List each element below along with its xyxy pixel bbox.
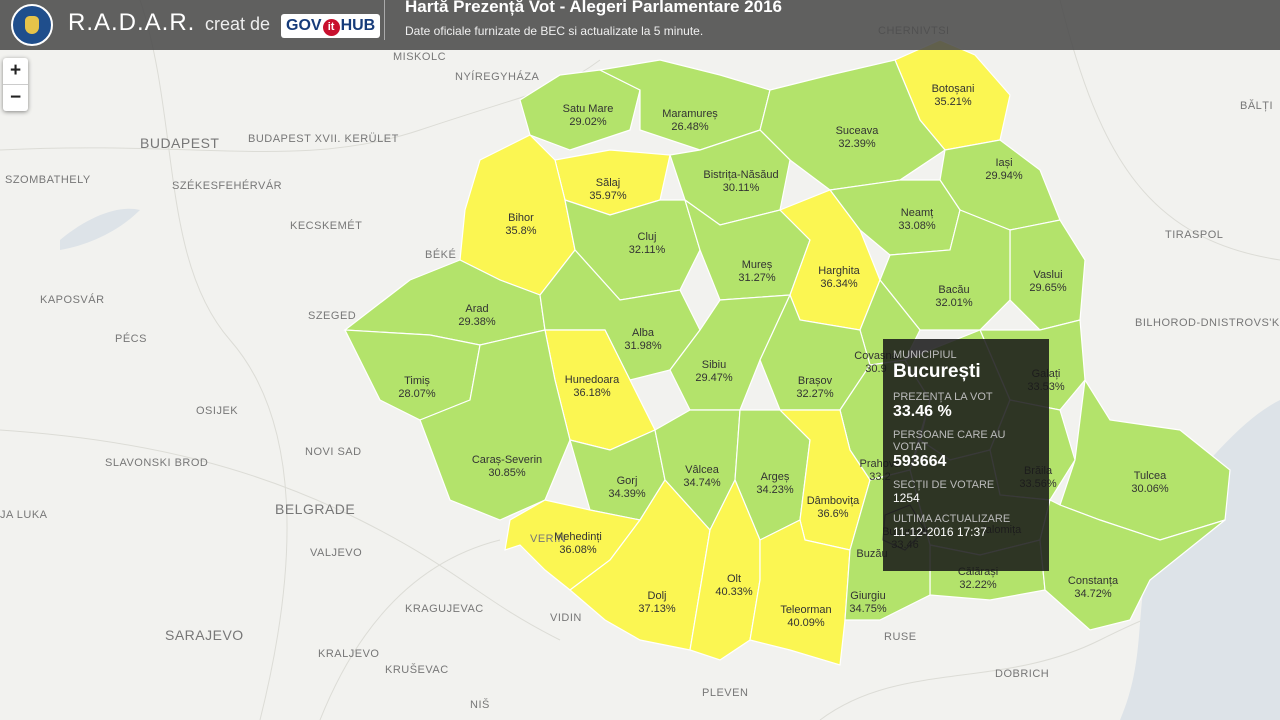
place-label: BELGRADE	[275, 501, 355, 517]
county-label: Satu Mare 29.02%	[563, 103, 614, 128]
place-label: SLAVONSKI BROD	[105, 457, 208, 469]
place-label: SZEGED	[308, 310, 356, 322]
tooltip-voters-value: 593664	[893, 453, 947, 470]
place-label: VIDIN	[550, 612, 582, 624]
tooltip-voters-label: PERSOANE CARE AU VOTAT	[893, 429, 1006, 453]
place-label: BÉKÉ	[425, 248, 456, 261]
county-label: Vaslui 29.65%	[1029, 269, 1067, 294]
place-label: BUDAPEST XVII. KERÜLET	[248, 133, 399, 145]
place-label: PÉCS	[115, 332, 147, 345]
zoom-in-button[interactable]: +	[3, 58, 28, 85]
place-label: MISKOLC	[393, 51, 446, 63]
county-label: Teleorman 40.09%	[780, 604, 831, 629]
place-label: PLEVEN	[702, 687, 748, 699]
place-label: DOBRICH	[995, 668, 1049, 680]
place-label: BĂLȚI	[1240, 99, 1273, 112]
header-divider	[384, 0, 385, 40]
county-label: Giurgiu 34.75%	[849, 590, 887, 615]
county-label: Mureș 31.27%	[738, 259, 776, 284]
place-label: KAPOSVÁR	[40, 293, 105, 306]
place-label: NYÍREGYHÁZA	[455, 70, 540, 83]
tooltip-type-label: MUNICIPIUL	[893, 349, 957, 361]
page-title: Hartă Prezență Vot - Alegeri Parlamentar…	[405, 0, 782, 16]
place-label: JA LUKA	[0, 509, 48, 521]
county-label: Tulcea 30.06%	[1131, 470, 1169, 495]
tooltip-turnout-label: PREZENȚA LA VOT	[893, 391, 993, 403]
place-label: BILHOROD-DNISTROVS'KY	[1135, 317, 1280, 329]
county-label: Mehedinți 36.08%	[554, 531, 602, 556]
county-label: Bihor 35.8%	[505, 212, 536, 237]
place-label: BUDAPEST	[140, 135, 219, 151]
place-label: KECSKEMÉT	[290, 219, 362, 232]
place-label: TIRASPOL	[1165, 229, 1223, 241]
place-label: NIŠ	[470, 698, 490, 711]
brand-title: R.A.D.A.R.	[68, 9, 196, 36]
place-label: OSIJEK	[196, 405, 238, 417]
romanian-government-logo-icon	[11, 4, 53, 46]
tooltip-county-name: București	[893, 361, 981, 382]
place-label: KRALJEVO	[318, 648, 379, 660]
county-label: Suceava 32.39%	[836, 125, 880, 150]
county-label: Vâlcea 34.74%	[683, 464, 721, 489]
place-label: KRUŠEVAC	[385, 663, 449, 676]
place-label: VALJEVO	[310, 547, 362, 559]
tooltip-sections-label: SECȚII DE VOTARE	[893, 479, 995, 491]
gov-it-hub-logo[interactable]: GOV it HUB	[281, 14, 381, 38]
county-label: Constanța 34.72%	[1068, 575, 1119, 600]
place-label: NOVI SAD	[305, 446, 362, 458]
county-label: Neamț 33.08%	[898, 207, 936, 232]
county-label: Argeș 34.23%	[756, 471, 794, 496]
county-label: Brașov 32.27%	[796, 375, 834, 400]
tooltip-sections-value: 1254	[893, 491, 920, 505]
map-canvas[interactable]: CHERNIVTSIMISKOLCNYÍREGYHÁZABUDAPESTBUDA…	[0, 0, 1280, 720]
page-subtitle: Date oficiale furnizate de BEC si actual…	[405, 24, 704, 38]
county-label: Bacău 32.01%	[935, 284, 973, 309]
county-label: Harghita 36.34%	[818, 265, 860, 290]
tooltip-updated-value: 11-12-2016 17:37	[893, 525, 987, 539]
tooltip-updated-label: ULTIMA ACTUALIZARE	[893, 513, 1011, 525]
created-by-label: creat de	[205, 14, 271, 34]
zoom-control: + −	[3, 58, 28, 111]
place-label: SARAJEVO	[165, 627, 244, 643]
place-label: SZOMBATHELY	[5, 174, 91, 186]
zoom-out-button[interactable]: −	[3, 85, 28, 111]
tooltip-turnout-value: 33.46 %	[893, 403, 952, 420]
county-info-tooltip: MUNICIPIUL București PREZENȚA LA VOT 33.…	[883, 339, 1049, 571]
top-header-bar: R.A.D.A.R. creat de GOV it HUB Hartă Preze…	[0, 0, 1280, 50]
place-label: KRAGUJEVAC	[405, 603, 484, 615]
place-label: RUSE	[884, 631, 917, 643]
county-label: Botoșani 35.21%	[932, 83, 975, 108]
place-label: SZÉKESFEHÉRVÁR	[172, 179, 282, 192]
